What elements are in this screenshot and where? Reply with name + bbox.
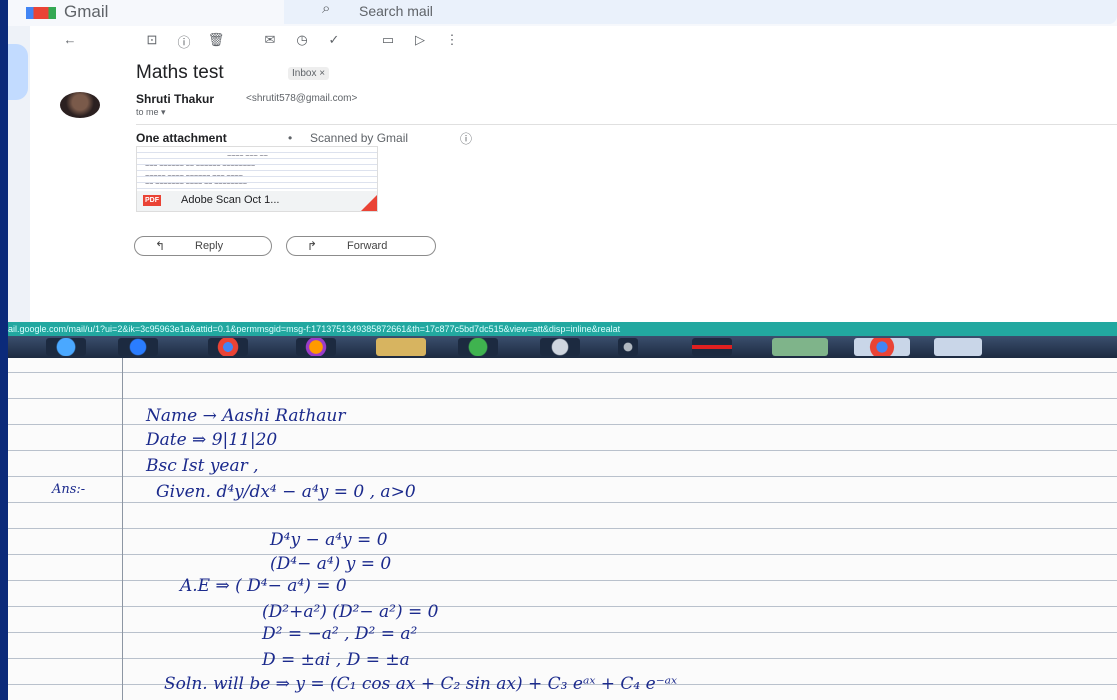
windows-media-center-icon[interactable]: [458, 338, 498, 356]
sender-email: <shrutit578@gmail.com>: [246, 93, 358, 104]
windows-taskbar: [8, 336, 1117, 358]
gmail-logo[interactable]: Gmail: [26, 2, 108, 22]
thumb-scribble: ~~~~ ~~~ ~~: [227, 153, 268, 160]
handwritten-line: D⁴y − a⁴y = 0: [270, 530, 388, 550]
back-icon[interactable]: ←: [60, 32, 80, 47]
forward-icon: ↱: [307, 239, 318, 253]
inbox-label-chip[interactable]: Inbox ×: [288, 67, 330, 80]
attachment-thumbnail[interactable]: ~~~~ ~~~ ~~ ~~~ ~~~~~~ ~~ ~~~~~~ ~~~~~~~…: [137, 147, 377, 191]
mark-unread-icon[interactable]: ✉: [260, 32, 280, 48]
sender-avatar[interactable]: [60, 92, 100, 118]
gmail-header: Gmail ⌕ Search mail: [8, 0, 1117, 26]
forward-label: Forward: [347, 240, 388, 252]
handwritten-line: Ans:-: [52, 482, 86, 497]
divider: [136, 124, 1117, 125]
ruled-line: [8, 528, 1117, 529]
handwritten-line: (D⁴− a⁴) y = 0: [270, 554, 392, 574]
gmail-app-name: Gmail: [64, 2, 109, 21]
thumb-scribble: ~~ ~~~~~~~ ~~~~ ~~ ~~~~~~~~: [145, 181, 247, 188]
add-task-icon[interactable]: ✓: [324, 32, 344, 48]
chess-icon[interactable]: [618, 338, 638, 356]
ruled-line: [8, 632, 1117, 633]
recipient-dropdown[interactable]: to me ▾: [136, 107, 166, 118]
nav-active-indicator[interactable]: [8, 44, 28, 100]
ruled-line: [8, 450, 1117, 451]
attachment-footer: PDF Adobe Scan Oct 1...: [137, 191, 377, 211]
page-fold-icon: [361, 195, 377, 211]
report-spam-icon[interactable]: ⓘ: [174, 32, 194, 51]
pdf-icon: PDF: [143, 195, 161, 206]
chrome-icon[interactable]: [208, 338, 248, 356]
thumb-scribble: ~~~~~ ~~~~ ~~~~~~ ~~~ ~~~~: [145, 173, 243, 180]
handwritten-line: A.E ⇒ ( D⁴− a⁴) = 0: [180, 576, 347, 596]
ruled-line: [8, 554, 1117, 555]
media-center-icon[interactable]: [540, 338, 580, 356]
left-nav-rail: [8, 26, 30, 322]
separator-dot: •: [288, 131, 293, 145]
search-input[interactable]: Search mail: [359, 3, 433, 19]
attachment-card[interactable]: ~~~~ ~~~ ~~ ~~~ ~~~~~~ ~~ ~~~~~~ ~~~~~~~…: [136, 146, 378, 212]
reply-label: Reply: [195, 240, 224, 252]
search-bar[interactable]: ⌕ Search mail: [284, 0, 1117, 24]
chrome-profile-icon[interactable]: [854, 338, 910, 356]
gmail-window: Gmail ⌕ Search mail ← ⊡ ⓘ 🗑 ✉ ◷ ✓ ▭ ▷ ⋮ …: [8, 0, 1117, 322]
attachment-count: One attachment: [136, 131, 227, 145]
handwritten-line: Soln. will be ⇒ y = (C₁ cos ax + C₂ sin …: [164, 674, 678, 694]
ruled-line: [8, 606, 1117, 607]
labels-icon[interactable]: ▷: [410, 32, 430, 48]
ruled-line: [8, 580, 1117, 581]
scan-status: Scanned by Gmail: [310, 131, 409, 145]
forward-button[interactable]: ↱ Forward: [286, 236, 436, 256]
search-icon[interactable]: ⌕: [322, 0, 330, 17]
ruled-line: [8, 502, 1117, 503]
info-icon[interactable]: ⓘ: [460, 130, 472, 147]
handwritten-line: D² = −a² , D² = a²: [262, 624, 418, 644]
media-player-icon[interactable]: [118, 338, 158, 356]
internet-explorer-icon[interactable]: [46, 338, 86, 356]
more-icon[interactable]: ⋮: [442, 32, 462, 48]
excel-icon[interactable]: [772, 338, 828, 356]
status-url-bar: ail.google.com/mail/u/1?ui=2&ik=3c95963e…: [8, 322, 1117, 336]
firefox-icon[interactable]: [296, 338, 336, 356]
thumb-scribble: ~~~ ~~~~~~ ~~ ~~~~~~ ~~~~~~~~: [145, 163, 255, 170]
notebook-page: Name → Aashi Rathaur Date ⇒ 9|11|20 Bsc …: [8, 358, 1117, 700]
word-icon[interactable]: [934, 338, 982, 356]
file-explorer-icon[interactable]: [376, 338, 426, 356]
handwritten-line: (D²+a²) (D²− a²) = 0: [262, 602, 439, 622]
handwritten-line: Date ⇒ 9|11|20: [146, 430, 278, 450]
margin-line: [122, 358, 123, 700]
gmail-m-icon: [26, 6, 56, 19]
ruled-line: [8, 476, 1117, 477]
handwritten-line: D = ±ai , D = ±a: [262, 650, 410, 670]
handwritten-line: Name → Aashi Rathaur: [146, 406, 346, 426]
reply-icon: ↰: [155, 239, 166, 253]
handwritten-line: Bsc Ist year ,: [146, 456, 259, 476]
attachment-name[interactable]: Adobe Scan Oct 1...: [181, 194, 279, 206]
acrobat-icon[interactable]: [692, 338, 732, 356]
email-subject: Maths test: [136, 62, 224, 83]
handwritten-line: Given. d⁴y/dx⁴ − a⁴y = 0 , a>0: [156, 482, 416, 502]
snooze-icon[interactable]: ◷: [292, 32, 312, 48]
delete-icon[interactable]: 🗑: [206, 32, 226, 48]
archive-icon[interactable]: ⊡: [142, 32, 162, 48]
sender-name: Shruti Thakur: [136, 92, 215, 106]
reply-button[interactable]: ↰ Reply: [134, 236, 272, 256]
move-to-icon[interactable]: ▭: [378, 32, 398, 48]
ruled-line: [8, 658, 1117, 659]
ruled-line: [8, 398, 1117, 399]
ruled-line: [8, 372, 1117, 373]
screen-frame: Gmail ⌕ Search mail ← ⊡ ⓘ 🗑 ✉ ◷ ✓ ▭ ▷ ⋮ …: [8, 0, 1117, 700]
